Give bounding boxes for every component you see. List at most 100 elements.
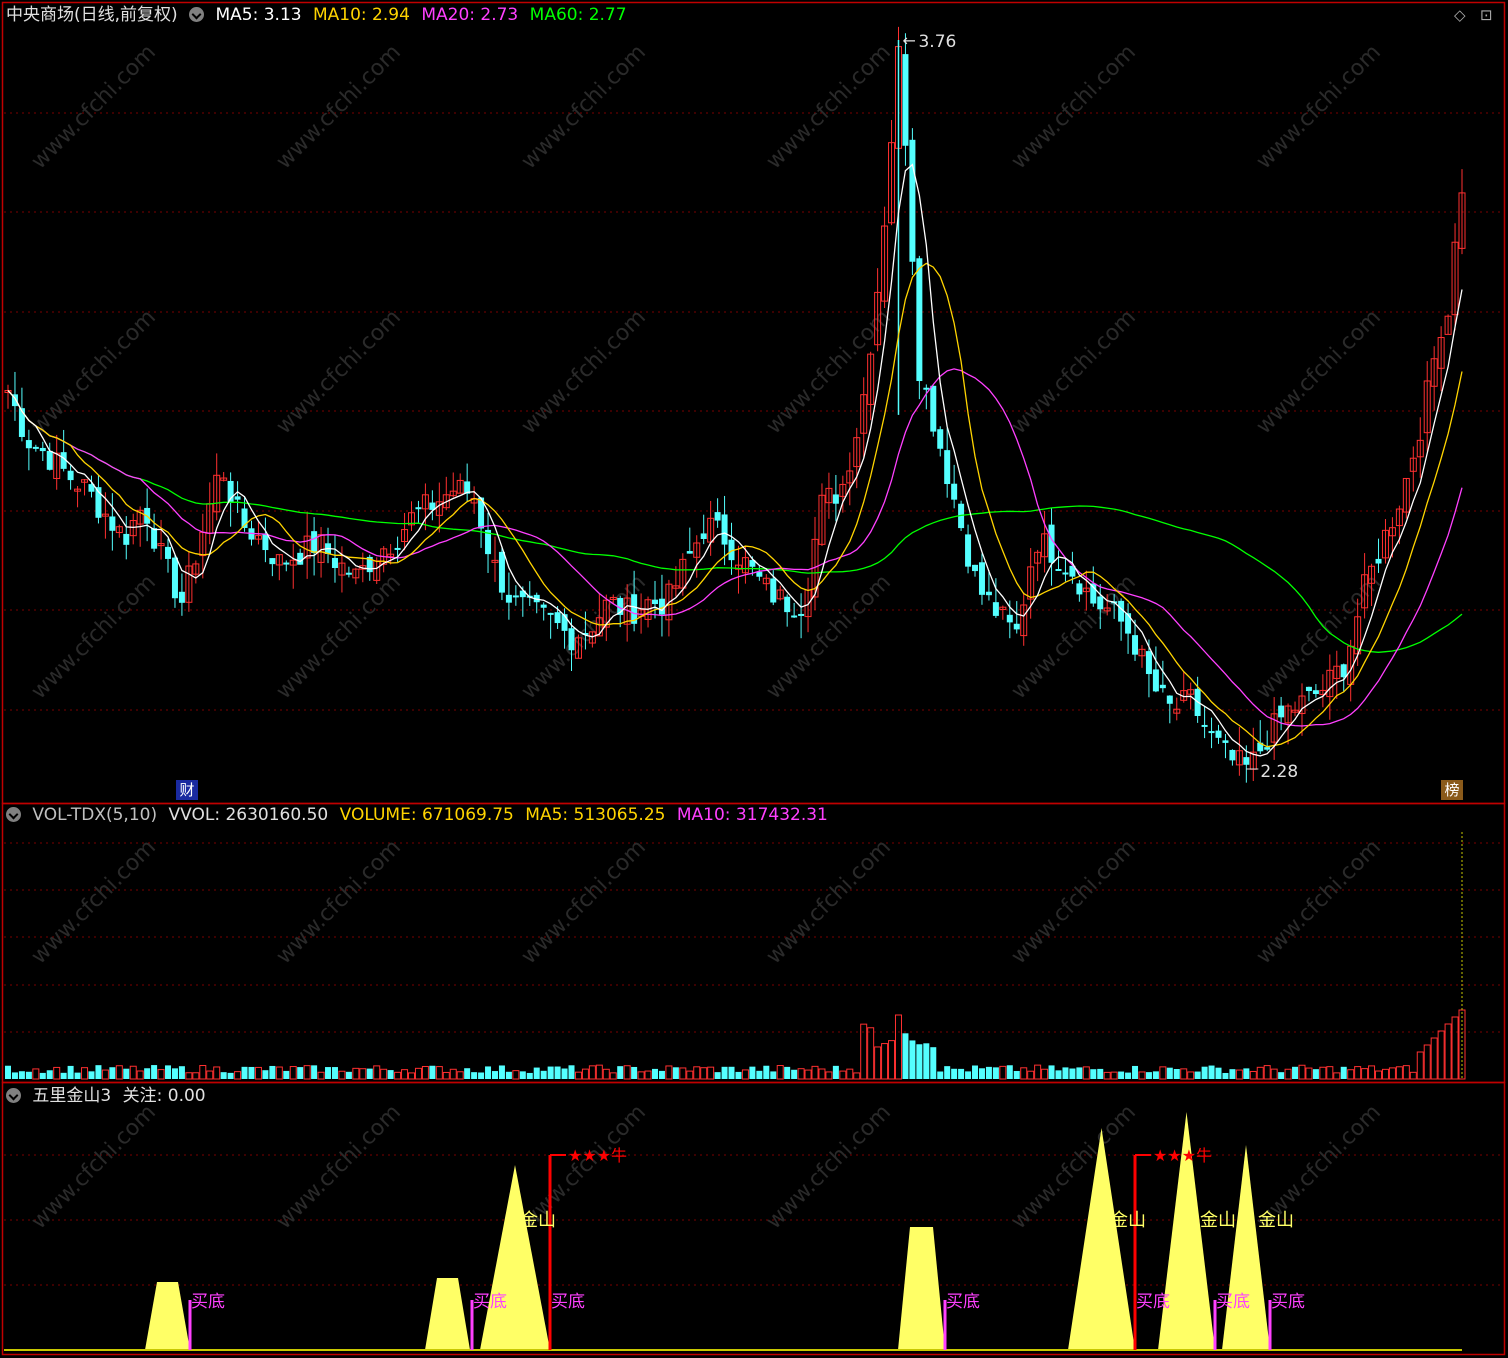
volume-bar-up <box>1409 1071 1417 1080</box>
volume-bar-up <box>303 1065 311 1080</box>
volume-bar-up <box>588 1065 596 1080</box>
gold-mountain <box>898 1227 945 1350</box>
volume-bar-down <box>1243 1068 1250 1079</box>
chevron-down-icon[interactable] <box>189 7 205 22</box>
volume-bar-down <box>561 1068 568 1079</box>
volume-bar-up <box>192 1072 200 1080</box>
stock-title[interactable]: 中央商场(日线,前复权) <box>6 5 178 25</box>
volume-bar-down <box>714 1072 721 1079</box>
candle-body-down <box>505 594 512 603</box>
volume-bar-down <box>992 1067 999 1079</box>
volume-bar-down <box>269 1065 276 1079</box>
volume-bar-down <box>1222 1072 1229 1079</box>
volume-bar-down <box>1145 1072 1152 1079</box>
volume-bar-down <box>937 1071 944 1079</box>
volume-bar-down <box>916 1044 923 1079</box>
volume-bar-up <box>1388 1067 1396 1080</box>
volume-bar-up <box>811 1065 819 1080</box>
volume-bar-up <box>449 1068 457 1080</box>
volume-bar-down <box>1278 1072 1285 1079</box>
volume-bar-up <box>1298 1064 1306 1080</box>
candle-body-down <box>714 512 721 521</box>
maximize-icon[interactable]: ⊡ <box>1480 6 1493 24</box>
volume-bar-down <box>505 1071 512 1079</box>
volume-bar-down <box>88 1071 95 1079</box>
watermark-text: www.cfchi.com <box>517 835 651 969</box>
volume-bar-down <box>1090 1069 1097 1079</box>
volume-bar-up <box>609 1072 617 1080</box>
volume-bar-down <box>533 1067 540 1079</box>
volume-bar-up <box>818 1068 826 1080</box>
volume-bar-up <box>1375 1070 1383 1080</box>
gold-mountain <box>1222 1145 1270 1350</box>
vol-indicator-title[interactable]: VOL-TDX(5,10) <box>32 805 157 825</box>
candle-body-down <box>165 546 172 559</box>
candle-body-down <box>234 496 241 500</box>
watermark-text: www.cfchi.com <box>272 570 406 704</box>
ranking-badge[interactable]: 榜 <box>1441 780 1463 800</box>
volume-bar-up <box>289 1066 297 1080</box>
finance-badge[interactable]: 财 <box>176 780 198 800</box>
candle-body-down <box>512 595 519 598</box>
volume-bar-down <box>366 1068 373 1079</box>
volume-bar-down <box>1292 1066 1299 1079</box>
volume-bar-up <box>637 1071 645 1080</box>
candle-body-down <box>686 551 693 554</box>
gold-mountain-label: 金山 <box>1200 1210 1236 1231</box>
candle-body-down <box>415 507 422 510</box>
volume-bar-down <box>1173 1069 1180 1079</box>
volume-bar-down <box>526 1072 533 1079</box>
candle-body-down <box>1208 731 1215 734</box>
candle-body-down <box>972 564 979 572</box>
candle-body-down <box>1132 635 1139 655</box>
watermark-text: www.cfchi.com <box>1252 40 1386 174</box>
buy-signal-label: 买底 <box>551 1292 585 1312</box>
candle-body-down <box>1201 724 1208 727</box>
watermark-text: www.cfchi.com <box>762 305 896 439</box>
candle-body-down <box>923 387 930 390</box>
volume-bar-down <box>178 1066 185 1079</box>
chart-canvas[interactable]: www.cfchi.com www.cfchi.com www.cfchi.com w… <box>0 0 1508 1358</box>
volume-bar-down <box>331 1067 338 1079</box>
candle-body-down <box>345 572 352 575</box>
ma60-line <box>7 390 1463 653</box>
candle-body-down <box>1076 583 1083 595</box>
volume-bar-up <box>1263 1065 1271 1080</box>
volume-bar-up <box>1381 1068 1389 1080</box>
chevron-down-icon[interactable] <box>6 807 21 822</box>
volume-bar-up <box>394 1071 402 1080</box>
volume-bar-up <box>1284 1068 1292 1080</box>
watermark-text: www.cfchi.com <box>517 40 651 174</box>
volume-bar-down <box>485 1066 492 1079</box>
ma5-line <box>7 163 1463 757</box>
candle-body-down <box>1375 558 1382 564</box>
diamond-icon[interactable]: ◇ <box>1454 6 1466 24</box>
candle-body-down <box>1055 568 1062 571</box>
volume-bar-up <box>1082 1066 1090 1080</box>
indicator-title[interactable]: 五里金山3 <box>32 1086 111 1106</box>
candle-body-down <box>1013 623 1020 630</box>
volume-bar-down <box>144 1068 151 1079</box>
candle-body-down <box>721 514 728 545</box>
volume-bar-up <box>1395 1066 1403 1080</box>
volume-bar-down <box>262 1070 269 1079</box>
low-price-label: 2.28 <box>1260 762 1298 782</box>
volume-bar-up <box>999 1065 1007 1080</box>
volume-bar-down <box>11 1072 18 1079</box>
candle-body-down <box>1278 705 1285 718</box>
volume-bar-down <box>387 1070 394 1079</box>
volume-bar-up <box>380 1068 388 1080</box>
volume-bar-up <box>435 1066 443 1080</box>
chevron-down-icon[interactable] <box>6 1088 21 1103</box>
watermark-text: www.cfchi.com <box>762 1100 896 1234</box>
watermark-text: www.cfchi.com <box>762 40 896 174</box>
volume-bar-down <box>109 1067 116 1079</box>
candle-body-down <box>902 54 909 146</box>
stock-chart-window: www.cfchi.com www.cfchi.com www.cfchi.com w… <box>0 0 1508 1358</box>
volume-bar-down <box>1340 1066 1347 1079</box>
candle-body-down <box>178 591 185 603</box>
volume-bar-up <box>574 1071 582 1080</box>
candle-body-down <box>46 450 53 470</box>
volume-bar-up <box>804 1069 812 1080</box>
volume-bar-down <box>735 1071 742 1079</box>
